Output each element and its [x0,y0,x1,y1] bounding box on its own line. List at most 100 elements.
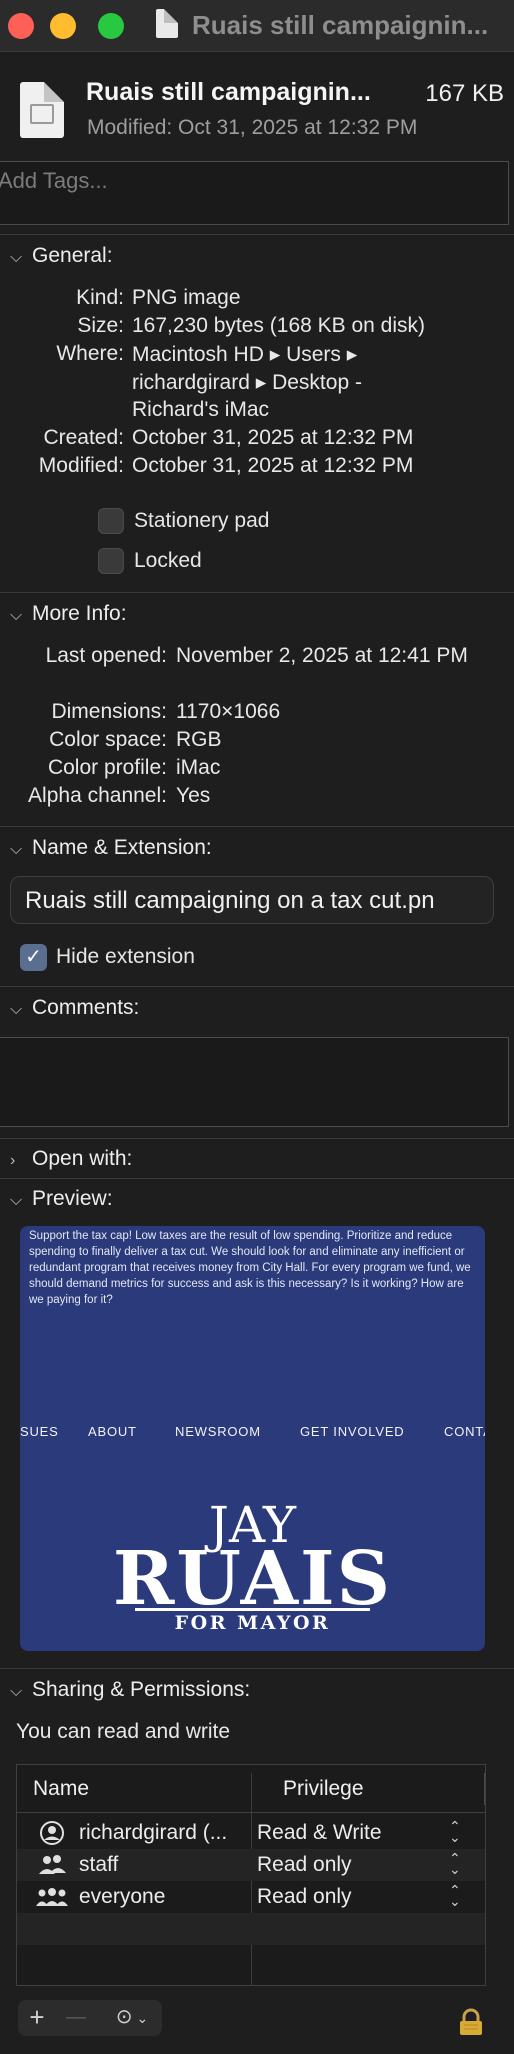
window-title: Ruais still campaignin... [192,10,489,40]
comments-section-toggle[interactable]: ⌵ Comments: [10,996,139,1020]
preview-nav-item: SUES [20,1424,59,1439]
action-menu-button[interactable]: ⊙ ⌄ [104,2000,160,2036]
privilege-popup[interactable]: Read only [257,1885,352,1909]
preview-nav-item: NEWSROOM [175,1424,261,1439]
column-header-name[interactable]: Name [33,1777,89,1801]
sharing-section-toggle[interactable]: ⌵ Sharing & Permissions: [10,1678,250,1702]
preview-body-text: Support the tax cap! Low taxes are the r… [29,1230,471,1306]
preview-nav-item: ABOUT [88,1424,137,1439]
more-info-section-toggle[interactable]: ⌵ More Info: [10,602,127,626]
permissions-table: Name Privilege richardgirard (... Read &… [16,1764,486,1986]
preview-nav-item: CONTA [444,1424,485,1439]
hide-extension-checkbox[interactable]: ✓ [20,944,47,971]
file-name-input-value: Ruais still campaigning on a tax cut.pn [25,887,435,914]
comments-field[interactable] [0,1037,509,1127]
permissions-toolbar: + — ⊙ ⌄ [18,2000,162,2036]
row-name: everyone [79,1885,166,1908]
where-path-line3: Richard's iMac [132,398,270,421]
remove-user-button[interactable]: — [56,2000,96,2036]
open-with-title: Open with: [32,1147,133,1170]
more-info-title: More Info: [32,602,127,625]
png-document-icon [20,82,64,138]
preview-section-toggle[interactable]: ⌵ Preview: [10,1187,113,1211]
divider [0,1138,514,1139]
dimensions-value: 1170×1066 [176,700,281,723]
chevron-down-icon: ⌵ [10,607,23,624]
where-label: Where: [56,342,124,365]
file-size: 167 KB [425,80,504,107]
dimensions-label: Dimensions: [51,700,167,723]
locked-label: Locked [134,549,202,572]
divider [0,1668,514,1669]
preview-nav-item: GET INVOLVED [300,1424,405,1439]
zoom-window-button[interactable] [98,13,124,39]
column-header-privilege[interactable]: Privilege [283,1777,364,1801]
general-section-toggle[interactable]: ⌵ General: [10,244,113,268]
where-path-line2: richardgirard ▸ Desktop - [132,371,362,394]
preview-logo-subtitle: FOR MAYOR [174,1612,331,1634]
alpha-channel-label: Alpha channel: [28,784,167,807]
close-window-button[interactable] [8,13,34,39]
file-name: Ruais still campaignin... [86,78,371,106]
group-icon [39,1855,66,1874]
color-space-value: RGB [176,728,222,751]
privilege-popup[interactable]: Read & Write [257,1821,382,1845]
chevron-down-icon: ⌵ [10,1192,23,1209]
created-label: Created: [43,426,124,449]
empty-row [17,1913,485,1945]
chevron-down-icon: ⌄ [132,2010,149,2026]
tags-field[interactable]: Add Tags... [0,161,509,225]
sharing-status: You can read and write [16,1720,231,1743]
divider [0,1178,514,1179]
minimize-window-button[interactable] [50,13,76,39]
tags-placeholder: Add Tags... [0,168,108,193]
last-opened-label: Last opened: [45,644,167,667]
hide-extension-label: Hide extension [56,945,195,968]
last-opened-value: November 2, 2025 at 12:41 PM [176,644,468,667]
row-name: staff [79,1853,119,1876]
divider [0,986,514,987]
title-document-icon [156,9,178,38]
kind-label: Kind: [76,286,124,309]
name-extension-title: Name & Extension: [32,836,212,859]
file-name-input[interactable]: Ruais still campaigning on a tax cut.pn [10,876,494,924]
table-row[interactable]: everyone Read only ⌃ ⌄ [17,1881,485,1913]
privilege-popup[interactable]: Read only [257,1853,352,1877]
chevron-down-icon: ⌵ [10,249,23,266]
general-title: General: [32,244,113,267]
divider [0,234,514,235]
user-icon [40,1821,64,1845]
comments-title: Comments: [32,996,140,1019]
name-extension-section-toggle[interactable]: ⌵ Name & Extension: [10,836,212,860]
where-path-line1: Macintosh HD ▸ Users ▸ [132,343,358,366]
preview-title: Preview: [32,1187,113,1210]
alpha-channel-value: Yes [176,784,211,807]
ellipsis-circle-icon: ⊙ [115,2006,133,2028]
table-row[interactable]: richardgirard (... Read & Write ⌃ ⌄ [17,1817,485,1849]
open-with-section-toggle[interactable]: › Open with: [10,1147,132,1171]
created-value: October 31, 2025 at 12:32 PM [132,426,414,449]
preview-logo-rule [135,1608,370,1611]
popup-arrows-icon: ⌃ ⌄ [449,1882,461,1909]
modified-label: Modified: [38,454,124,477]
divider [0,826,514,827]
chevron-down-icon: ⌵ [10,1683,23,1700]
row-name: richardgirard (... [79,1821,228,1844]
chevron-right-icon: › [10,1152,16,1169]
kind-value: PNG image [132,286,241,309]
color-space-label: Color space: [49,728,167,751]
stationery-pad-checkbox[interactable] [98,508,124,534]
size-label: Size: [77,314,124,337]
modified-value: October 31, 2025 at 12:32 PM [132,454,414,477]
chevron-down-icon: ⌵ [10,841,23,858]
locked-checkbox[interactable] [98,548,124,574]
add-user-button[interactable]: + [18,2000,56,2036]
chevron-down-icon: ⌵ [10,1001,23,1018]
everyone-icon [36,1888,68,1906]
lock-icon[interactable] [457,2008,485,2036]
column-separator [484,1773,485,1805]
sharing-title: Sharing & Permissions: [32,1678,251,1701]
size-value: 167,230 bytes (168 KB on disk) [132,314,426,337]
table-row[interactable]: staff Read only ⌃ ⌄ [17,1849,485,1881]
stationery-pad-label: Stationery pad [134,509,270,532]
